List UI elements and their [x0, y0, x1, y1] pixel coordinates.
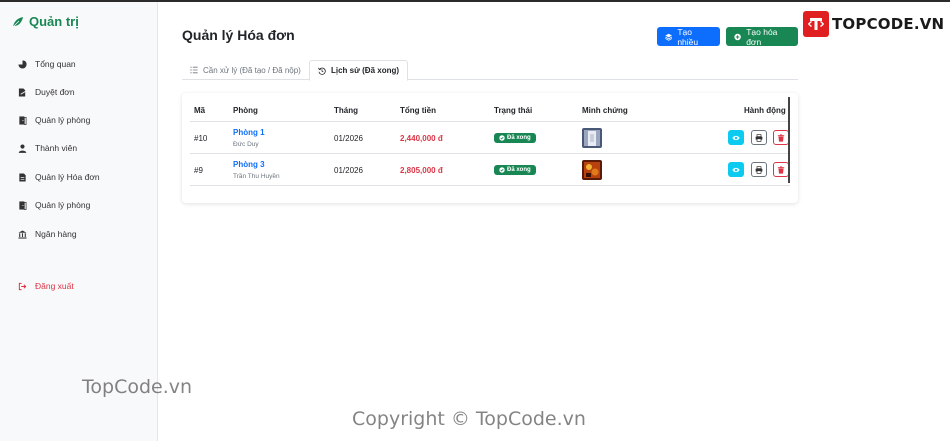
view-button[interactable]	[728, 162, 744, 177]
user-icon	[18, 143, 27, 153]
sidebar-item-rooms[interactable]: Quản lý phòng	[18, 115, 90, 125]
check-circle-icon	[499, 167, 505, 173]
tab-pending[interactable]: Cần xử lý (Đã tạo / Đã nộp)	[182, 60, 309, 80]
invoice-month: 01/2026	[334, 166, 363, 175]
status-label: Đã xong	[507, 135, 531, 141]
sidebar-item-rooms-2[interactable]: Quản lý phòng	[18, 200, 90, 210]
invoice-table-card: Mã Phòng Tháng Tổng tiền Trạng thái Minh…	[182, 93, 798, 203]
proof-thumbnail[interactable]	[582, 128, 602, 148]
sidebar-item-label: Duyệt đơn	[35, 87, 75, 97]
printer-icon	[755, 165, 763, 174]
plus-circle-icon	[734, 33, 741, 40]
sidebar-item-label: Tổng quan	[35, 59, 76, 69]
leaf-icon	[12, 16, 23, 27]
delete-button[interactable]	[773, 130, 789, 145]
topcode-logo-icon	[803, 11, 829, 37]
delete-button[interactable]	[773, 162, 789, 177]
proof-thumbnail[interactable]	[582, 160, 602, 180]
table-scrollbar[interactable]	[788, 97, 790, 183]
sidebar-item-label: Ngân hàng	[35, 229, 77, 239]
proof-image	[582, 160, 602, 180]
trash-icon	[777, 165, 785, 174]
sidebar-item-invoices[interactable]: Quản lý Hóa đơn	[18, 172, 100, 182]
eye-icon	[732, 135, 740, 140]
table-row: #10 Phòng 1 Đức Duy 01/2026 2,440,000 đ …	[190, 122, 790, 154]
sign-out-icon	[18, 282, 27, 291]
table-row: #9 Phòng 3 Trần Thu Huyền 01/2026 2,805,…	[190, 154, 790, 186]
tab-history[interactable]: Lịch sử (Đã xong)	[309, 60, 409, 81]
bank-icon	[18, 229, 27, 239]
tenant-name: Trần Thu Huyền	[233, 173, 280, 180]
pie-chart-icon	[18, 59, 27, 69]
create-invoice-label: Tạo hóa đơn	[746, 26, 778, 47]
printer-icon	[755, 133, 763, 142]
column-header-room: Phòng	[233, 106, 258, 115]
column-header-month: Tháng	[334, 106, 358, 115]
invoice-month: 01/2026	[334, 134, 363, 143]
sidebar-brand[interactable]: Quản trị	[12, 14, 79, 29]
print-button[interactable]	[751, 130, 767, 145]
bulk-create-button[interactable]: Tạo nhiều	[657, 26, 720, 47]
invoice-id: #10	[194, 134, 208, 143]
view-button[interactable]	[728, 130, 744, 145]
print-button[interactable]	[751, 162, 767, 177]
sidebar-item-approve[interactable]: Duyệt đơn	[18, 87, 75, 97]
invoice-id: #9	[194, 166, 203, 175]
main-content: Quản lý Hóa đơn Tạo nhiều Tạo hóa đơn Cầ…	[158, 2, 950, 441]
sidebar-item-label: Thành viên	[35, 143, 78, 153]
logout-link[interactable]: Đăng xuất	[18, 281, 74, 291]
file-signature-icon	[18, 87, 27, 97]
invoice-tabs: Cần xử lý (Đã tạo / Đã nộp) Lịch sử (Đã …	[182, 60, 798, 81]
column-header-status: Trạng thái	[494, 106, 533, 115]
status-label: Đã xong	[507, 167, 531, 173]
brand-label: Quản trị	[29, 14, 79, 29]
page-title: Quản lý Hóa đơn	[182, 27, 295, 43]
tenant-name: Đức Duy	[233, 141, 259, 148]
sidebar-item-label: Quản lý Hóa đơn	[35, 172, 100, 182]
sidebar-item-overview[interactable]: Tổng quan	[18, 59, 76, 69]
watermark-logo-text: TOPCODE.VN	[832, 15, 945, 33]
watermark-copyright: Copyright © TopCode.vn	[352, 408, 586, 430]
column-header-proof: Minh chứng	[582, 106, 628, 115]
watermark-text: TopCode.vn	[82, 376, 193, 398]
trash-icon	[777, 133, 785, 142]
room-link[interactable]: Phòng 1	[233, 128, 265, 137]
tab-label: Lịch sử (Đã xong)	[331, 66, 400, 75]
history-icon	[318, 67, 326, 75]
column-header-actions: Hành động	[744, 106, 786, 115]
status-badge: Đã xong	[494, 165, 536, 175]
tab-label: Cần xử lý (Đã tạo / Đã nộp)	[203, 65, 301, 75]
sidebar-item-bank[interactable]: Ngân hàng	[18, 229, 77, 239]
room-link[interactable]: Phòng 3	[233, 160, 265, 169]
sidebar-item-members[interactable]: Thành viên	[18, 143, 77, 153]
proof-image	[582, 128, 602, 148]
invoice-total: 2,805,000 đ	[400, 166, 443, 175]
invoice-icon	[18, 172, 27, 182]
check-circle-icon	[499, 135, 505, 141]
layers-icon	[665, 33, 673, 41]
column-header-id: Mã	[194, 106, 206, 115]
sidebar-item-label: Quản lý phòng	[35, 200, 91, 210]
bulk-create-label: Tạo nhiều	[677, 26, 699, 47]
invoice-total: 2,440,000 đ	[400, 134, 443, 143]
logout-label: Đăng xuất	[35, 281, 74, 291]
table-header: Mã Phòng Tháng Tổng tiền Trạng thái Minh…	[190, 93, 790, 122]
status-badge: Đã xong	[494, 133, 536, 143]
list-icon	[190, 66, 198, 74]
column-header-total: Tổng tiền	[400, 106, 436, 115]
watermark-logo: TOPCODE.VN	[803, 11, 944, 37]
door-icon	[18, 200, 27, 210]
eye-icon	[732, 167, 740, 172]
door-icon	[18, 115, 27, 125]
create-invoice-button[interactable]: Tạo hóa đơn	[726, 26, 798, 47]
sidebar-item-label: Quản lý phòng	[35, 115, 91, 125]
